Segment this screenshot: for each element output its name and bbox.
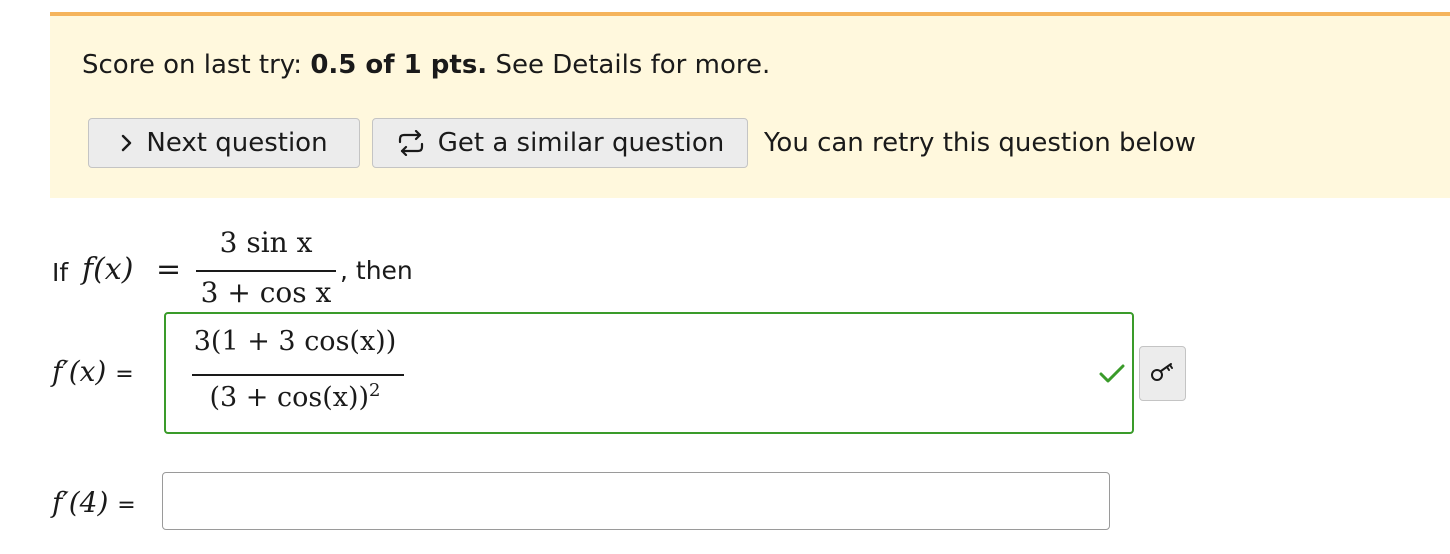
retry-note: You can retry this question below (764, 128, 1196, 158)
derivative-label: f′(x) = (52, 355, 134, 388)
score-prefix: Score on last try: (82, 50, 303, 80)
similar-question-label: Get a similar question (437, 128, 725, 158)
derivative-answer-numerator: 3(1 + 3 cos(x)) (193, 326, 397, 357)
question-function-lhs: f(x) (82, 252, 134, 287)
score-value: 0.5 of 1 pts. (310, 50, 488, 80)
question-denominator: 3 + cos x (200, 276, 332, 309)
score-summary: Score on last try: 0.5 of 1 pts. See Det… (82, 50, 770, 80)
derivative-answer-exponent: 2 (369, 380, 381, 401)
answer-preview-button[interactable] (1139, 346, 1186, 401)
derivative-equals: = (115, 362, 134, 387)
question-fraction: 3 sin x 3 + cos x (196, 226, 342, 310)
question-then-label: , then (340, 256, 413, 285)
question-if-label: If (52, 258, 69, 287)
value-label-text: f′(4) (52, 486, 109, 519)
value-equals: = (117, 493, 136, 518)
score-suffix: See Details for more. (495, 50, 771, 80)
derivative-answer-field[interactable]: 3(1 + 3 cos(x)) (3 + cos(x))2 (164, 312, 1134, 434)
chevron-right-icon (120, 134, 134, 152)
derivative-answer-fraction: 3(1 + 3 cos(x)) (3 + cos(x))2 (186, 326, 406, 426)
checkmark-icon (1098, 362, 1126, 386)
question-numerator: 3 sin x (219, 226, 313, 259)
derivative-answer-denominator-row: (3 + cos(x))2 (186, 380, 404, 413)
value-answer-input[interactable] (162, 472, 1110, 530)
fraction-bar (196, 270, 336, 272)
key-icon (1150, 361, 1176, 387)
value-label: f′(4) = (52, 486, 136, 519)
question-equals: = (156, 252, 182, 287)
retry-arrows-icon (396, 130, 426, 156)
next-question-label: Next question (146, 128, 328, 158)
derivative-answer-denominator: (3 + cos(x)) (209, 382, 370, 413)
next-question-button[interactable]: Next question (88, 118, 360, 168)
answer-fraction-bar (192, 374, 404, 376)
score-banner: Score on last try: 0.5 of 1 pts. See Det… (50, 12, 1450, 198)
similar-question-button[interactable]: Get a similar question (372, 118, 748, 168)
page: Score on last try: 0.5 of 1 pts. See Det… (0, 0, 1450, 554)
derivative-label-text: f′(x) (52, 355, 107, 388)
